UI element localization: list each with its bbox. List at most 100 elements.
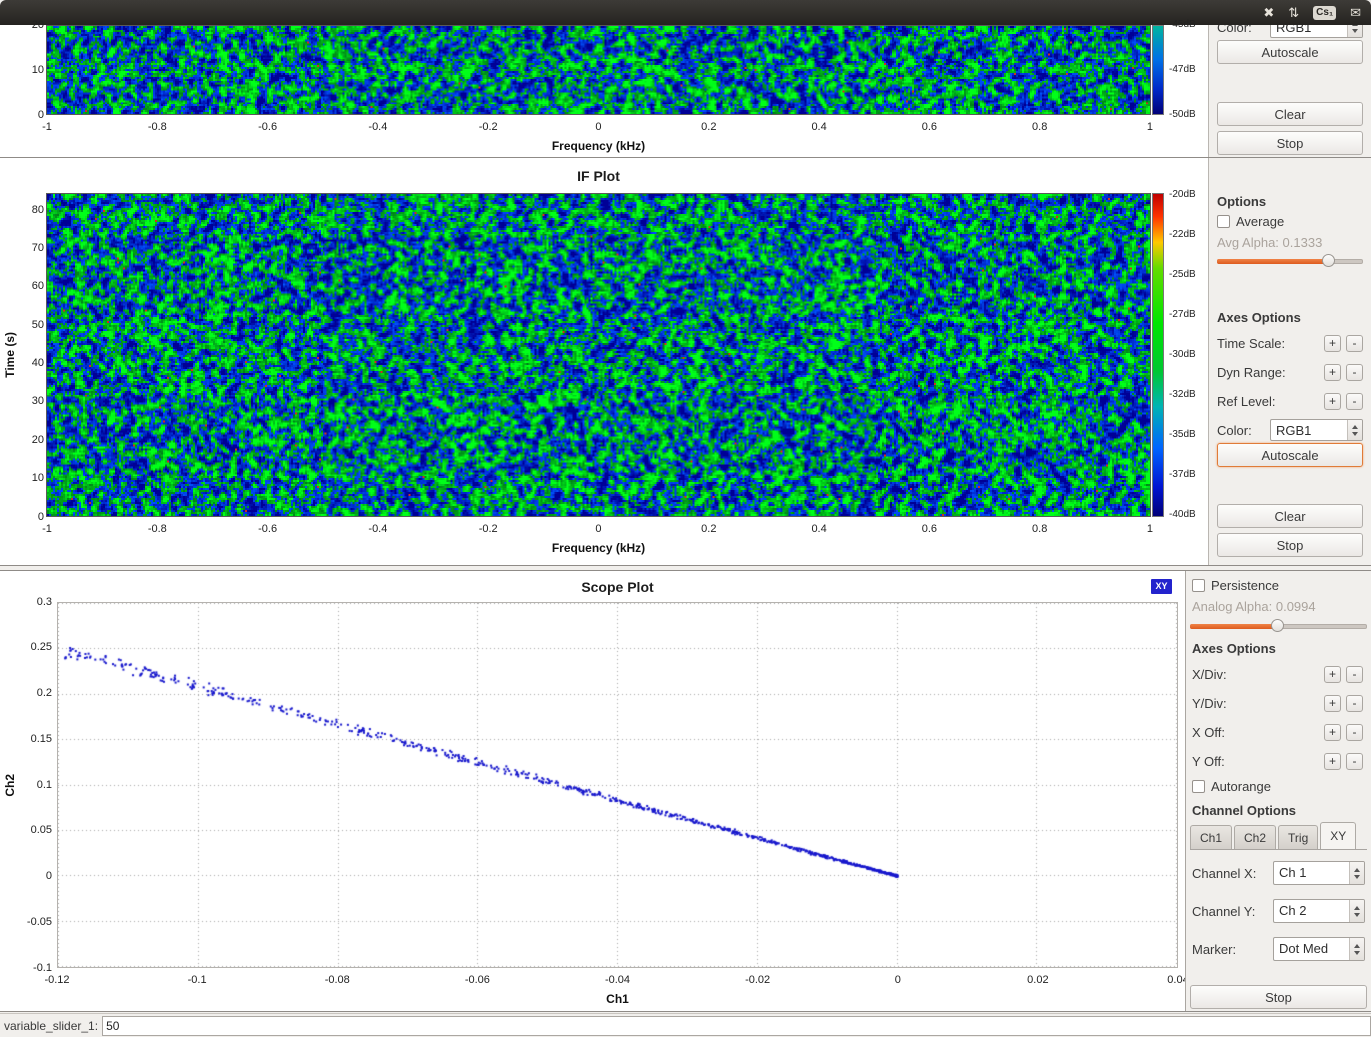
increase-button[interactable]: +: [1324, 335, 1341, 352]
decrease-button[interactable]: -: [1346, 695, 1363, 712]
if-colormap-select[interactable]: RGB1: [1270, 419, 1363, 441]
tick-label: -1: [42, 524, 52, 536]
tick-label: 0.4: [811, 122, 826, 134]
tick-label: 70: [32, 243, 44, 254]
spin-down-icon[interactable]: [1354, 951, 1360, 955]
analog-alpha-label: Analog Alpha: 0.0994: [1192, 599, 1316, 614]
tick-label: -1: [42, 122, 52, 134]
scope-x-axis-ticks: -0.12-0.1-0.08-0.06-0.04-0.0200.020.04: [57, 975, 1178, 987]
colorbar-tick-label: -37dB: [1169, 470, 1196, 480]
scope-plot-section: Scope Plot XY Ch2 0.30.250.20.150.10.050…: [0, 570, 1371, 1012]
decrease-button[interactable]: -: [1346, 666, 1363, 683]
indicator-sync-arrows-icon[interactable]: ⇅: [1288, 6, 1299, 19]
tick-label: 0.2: [701, 122, 716, 134]
increase-button[interactable]: +: [1324, 753, 1341, 770]
spin-up-icon[interactable]: [1352, 25, 1358, 26]
spinner-arrows[interactable]: [1349, 900, 1364, 922]
if-autoscale-button[interactable]: Autoscale: [1217, 443, 1363, 467]
if-stop-button[interactable]: Stop: [1217, 533, 1363, 557]
persistence-checkbox[interactable]: [1192, 579, 1205, 592]
decrease-button[interactable]: -: [1346, 393, 1363, 410]
system-top-bar: ✖ ⇅ Cs₁ ✉: [0, 0, 1371, 25]
increase-button[interactable]: +: [1324, 695, 1341, 712]
if-x-axis-label: Frequency (kHz): [47, 541, 1150, 555]
tab-trig[interactable]: Trig: [1278, 825, 1318, 849]
spin-down-icon[interactable]: [1354, 875, 1360, 879]
decrease-button[interactable]: -: [1346, 753, 1363, 770]
tick-label: 1: [1147, 524, 1153, 536]
spinner-arrows[interactable]: [1349, 862, 1364, 884]
tick-label: 0.05: [31, 825, 52, 836]
tab-ch2[interactable]: Ch2: [1234, 825, 1276, 849]
spin-down-icon[interactable]: [1352, 432, 1358, 436]
colorbar-tick-label: -32dB: [1169, 390, 1196, 400]
decrease-button[interactable]: -: [1346, 335, 1363, 352]
increase-button[interactable]: +: [1324, 724, 1341, 741]
tick-label: -0.02: [745, 975, 770, 987]
axes-option-row: Dyn Range: + -: [1217, 361, 1363, 383]
colorbar-tick-label: -22dB: [1169, 230, 1196, 240]
slider-handle[interactable]: [1271, 619, 1284, 632]
channel-y-select[interactable]: Ch 2: [1273, 899, 1365, 923]
increase-button[interactable]: +: [1324, 393, 1341, 410]
channel-x-select[interactable]: Ch 1: [1273, 861, 1365, 885]
spin-down-icon[interactable]: [1354, 913, 1360, 917]
decrease-button[interactable]: -: [1346, 364, 1363, 381]
spin-up-icon[interactable]: [1354, 868, 1360, 872]
axes-option-row: Y/Div: + -: [1192, 692, 1363, 714]
indicator-network-icon[interactable]: ✖: [1263, 6, 1274, 19]
colorbar-tick-label: -25dB: [1169, 270, 1196, 280]
tick-label: 0.8: [1032, 122, 1047, 134]
spectrum-control-panel: Color: RGB1 Autoscale Clear Stop: [1208, 25, 1371, 157]
spectrum-x-axis-ticks: -1-0.8-0.6-0.4-0.200.20.40.60.81: [47, 122, 1150, 134]
xy-legend-badge[interactable]: XY: [1151, 579, 1172, 594]
tick-label: -0.04: [605, 975, 630, 987]
spectrum-stop-button[interactable]: Stop: [1217, 131, 1363, 155]
decrease-button[interactable]: -: [1346, 724, 1363, 741]
spinner-arrows[interactable]: [1349, 938, 1364, 960]
variable-slider-bar: variable_slider_1:: [0, 1013, 1371, 1037]
analog-alpha-slider[interactable]: [1190, 619, 1367, 633]
tick-label: 30: [32, 396, 44, 407]
variable-slider-input[interactable]: [102, 1016, 1371, 1036]
spinner-arrows[interactable]: [1347, 25, 1362, 37]
tick-label: -0.6: [258, 524, 277, 536]
axes-options-header: Axes Options: [1217, 310, 1301, 325]
mail-indicator-icon[interactable]: ✉: [1350, 6, 1361, 19]
scope-y-axis-label: Ch2: [2, 602, 18, 968]
increase-button[interactable]: +: [1324, 666, 1341, 683]
spectrum-clear-button[interactable]: Clear: [1217, 102, 1363, 126]
slider-handle[interactable]: [1322, 254, 1335, 267]
average-label: Average: [1236, 214, 1284, 229]
spin-down-icon[interactable]: [1352, 29, 1358, 33]
spin-up-icon[interactable]: [1352, 425, 1358, 429]
section-divider: [0, 565, 1371, 566]
tick-label: -0.6: [258, 122, 277, 134]
avg-alpha-slider[interactable]: [1217, 254, 1363, 268]
options-header: Options: [1217, 194, 1266, 209]
marker-select[interactable]: Dot Med: [1273, 937, 1365, 961]
scope-xy-plot[interactable]: [57, 602, 1178, 968]
autorange-checkbox[interactable]: [1192, 780, 1205, 793]
increase-button[interactable]: +: [1324, 364, 1341, 381]
spin-up-icon[interactable]: [1354, 944, 1360, 948]
spectrum-colormap-select[interactable]: RGB1: [1270, 25, 1363, 38]
marker-label: Marker:: [1192, 942, 1273, 957]
if-waterfall-plot[interactable]: [46, 193, 1151, 517]
tick-label: 0.02: [1027, 975, 1048, 987]
color-label: Color:: [1217, 423, 1270, 438]
tab-xy[interactable]: XY: [1320, 822, 1356, 849]
keyboard-layout-indicator[interactable]: Cs₁: [1313, 6, 1336, 20]
tick-label: 0.1: [37, 780, 52, 791]
spectrum-autoscale-button[interactable]: Autoscale: [1217, 40, 1363, 64]
colorbar-tick-label: -50dB: [1169, 110, 1196, 120]
scope-stop-button[interactable]: Stop: [1190, 985, 1367, 1009]
tick-label: 0: [38, 110, 44, 121]
spectrum-waterfall-plot[interactable]: [46, 25, 1151, 115]
average-checkbox[interactable]: [1217, 215, 1230, 228]
spinner-arrows[interactable]: [1347, 420, 1362, 440]
axes-option-row: Time Scale: + -: [1217, 332, 1363, 354]
tab-ch1[interactable]: Ch1: [1190, 825, 1232, 849]
if-clear-button[interactable]: Clear: [1217, 504, 1363, 528]
spin-up-icon[interactable]: [1354, 906, 1360, 910]
